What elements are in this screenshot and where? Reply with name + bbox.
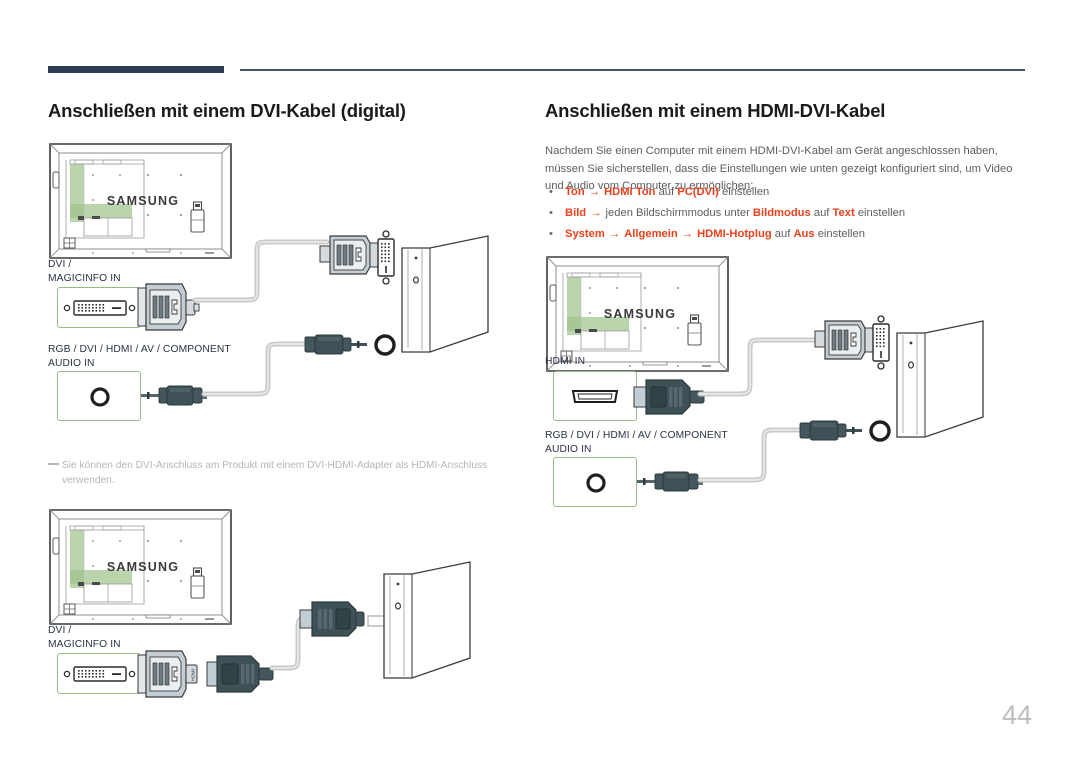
right-section-title: Anschließen mit einem HDMI-DVI-Kabel <box>545 100 886 121</box>
bullet-dot-icon: • <box>549 228 553 240</box>
bullet-text-segment: auf <box>658 186 675 198</box>
settings-bullet-list: • Ton → HDMI Ton auf PC(DVI) einstellen • B… <box>549 182 1029 245</box>
pc-tower-left <box>400 234 492 364</box>
bullet-text-segment: jeden Bildschirmmodus unter <box>605 207 750 219</box>
adapter-hdmi-mark: HDMI <box>191 669 196 681</box>
header-rule-thick <box>48 66 224 73</box>
tv-brand-wordmark: SAMSUNG <box>107 194 179 208</box>
tv-brand-wordmark: SAMSUNG <box>107 560 179 574</box>
dvi-port-label-2-line1: DVI / <box>48 625 72 636</box>
audio-cable-path <box>201 338 314 406</box>
dvi-port-label-2-line2: MAGICINFO IN <box>48 638 121 650</box>
header-rule-thin <box>240 69 1025 71</box>
settings-bullet-item: • System → Allgemein → HDMI-Hotplug auf A… <box>549 224 1029 245</box>
bullet-text-segment: Text <box>832 207 855 219</box>
bullet-text-segment: Allgemein <box>624 228 678 240</box>
bullet-text-segment: → <box>681 228 693 240</box>
dvi-connector-socket-icon <box>62 300 138 316</box>
svg-text::: : <box>121 561 124 573</box>
dvi-hdmi-adapter: HDMI <box>137 650 204 700</box>
audio-in-label-line2: AUDIO IN <box>48 357 95 369</box>
hdmi-dvi-cable-path <box>697 332 825 404</box>
dvi-plug-pc-side-right <box>814 319 877 361</box>
dvi-port-label-2: DVI / MAGICINFO IN <box>48 624 121 651</box>
audio-in-label-right-line2: AUDIO IN <box>545 443 592 455</box>
page-number: 44 <box>1001 700 1032 730</box>
dvi-port-label-line2: MAGICINFO IN <box>48 272 121 284</box>
bullet-text-segment: System <box>565 228 605 240</box>
bullet-text-segment: → <box>608 228 621 240</box>
bullet-text-segment: auf <box>813 207 830 219</box>
bullet-text-segment: Aus <box>793 228 815 240</box>
pc-audio-socket-right <box>867 419 893 445</box>
bullet-text-segment: einstellen <box>857 207 906 219</box>
pc-dvi-socket-right <box>869 315 893 370</box>
pc-tower-right <box>895 319 987 449</box>
audio-plug-pc-side-left <box>304 333 371 357</box>
bullet-text-segment: HDMI Ton <box>604 186 656 198</box>
bullet-text-segment: Bild <box>565 207 587 219</box>
note-dash-icon <box>48 463 59 466</box>
settings-bullet-item: • Bild → jeden Bildschirmmodus unter Bild… <box>549 203 1029 224</box>
note-line2: verwenden. <box>62 475 115 486</box>
bullet-text-segment: einstellen <box>722 186 770 198</box>
bullet-text-segment: auf <box>774 228 791 240</box>
tv-brand-wordmark: SAMSUNG <box>604 307 676 321</box>
manual-page: Anschließen mit einem DVI-Kabel (digital… <box>0 0 1080 763</box>
bullet-text-segment: einstellen <box>817 228 865 240</box>
bullet-text-segment: HDMI-Hotplug <box>697 228 772 240</box>
dvi-connector-socket-icon-2 <box>62 666 138 682</box>
audio-jack-socket-icon <box>89 386 111 408</box>
bullet-text-segment: → <box>588 186 600 198</box>
bullet-text-segment: → <box>590 207 602 219</box>
svg-text::: : <box>618 308 621 320</box>
left-section-note: Sie können den DVI-Anschluss am Produkt … <box>48 458 518 488</box>
note-line1: Sie können den DVI-Anschluss am Produkt … <box>62 460 488 471</box>
bullet-text-segment: Bildmodus <box>752 207 811 219</box>
audio-plug-pc-side-right <box>799 419 866 443</box>
dvi-cable-plug-left <box>137 283 200 332</box>
bullet-text-segment: PC(DVI) <box>677 186 719 198</box>
settings-bullet-item: • Ton → HDMI Ton auf PC(DVI) einstellen <box>549 182 1029 203</box>
svg-text::: : <box>121 195 124 207</box>
hdmi-in-port-label: HDMI IN <box>545 356 586 367</box>
pc-audio-socket-left <box>372 333 398 359</box>
pc-dvi-socket-left <box>374 230 398 285</box>
bullet-text-segment: Ton <box>565 186 585 198</box>
dvi-port-label-line1: DVI / <box>48 259 72 270</box>
audio-cable-path-right <box>697 424 810 492</box>
bullet-dot-icon: • <box>549 207 553 219</box>
left-section-title: Anschließen mit einem DVI-Kabel (digital… <box>48 100 406 121</box>
audio-plug-right-tv-side <box>637 470 705 494</box>
pc-tower-left-bottom <box>382 560 474 690</box>
diagram-dvi-hdmi-tv-illustration: SAMSUNG : <box>48 508 233 626</box>
dvi-plug-pc-side-left <box>319 234 382 276</box>
audio-jack-socket-icon-right <box>585 472 607 494</box>
dvi-port-label: DVI / MAGICINFO IN <box>48 258 121 285</box>
hdmi-socket-icon <box>570 389 620 405</box>
bullet-dot-icon: • <box>549 186 553 198</box>
dvi-cable-path <box>192 232 335 322</box>
audio-plug-left <box>141 384 209 408</box>
